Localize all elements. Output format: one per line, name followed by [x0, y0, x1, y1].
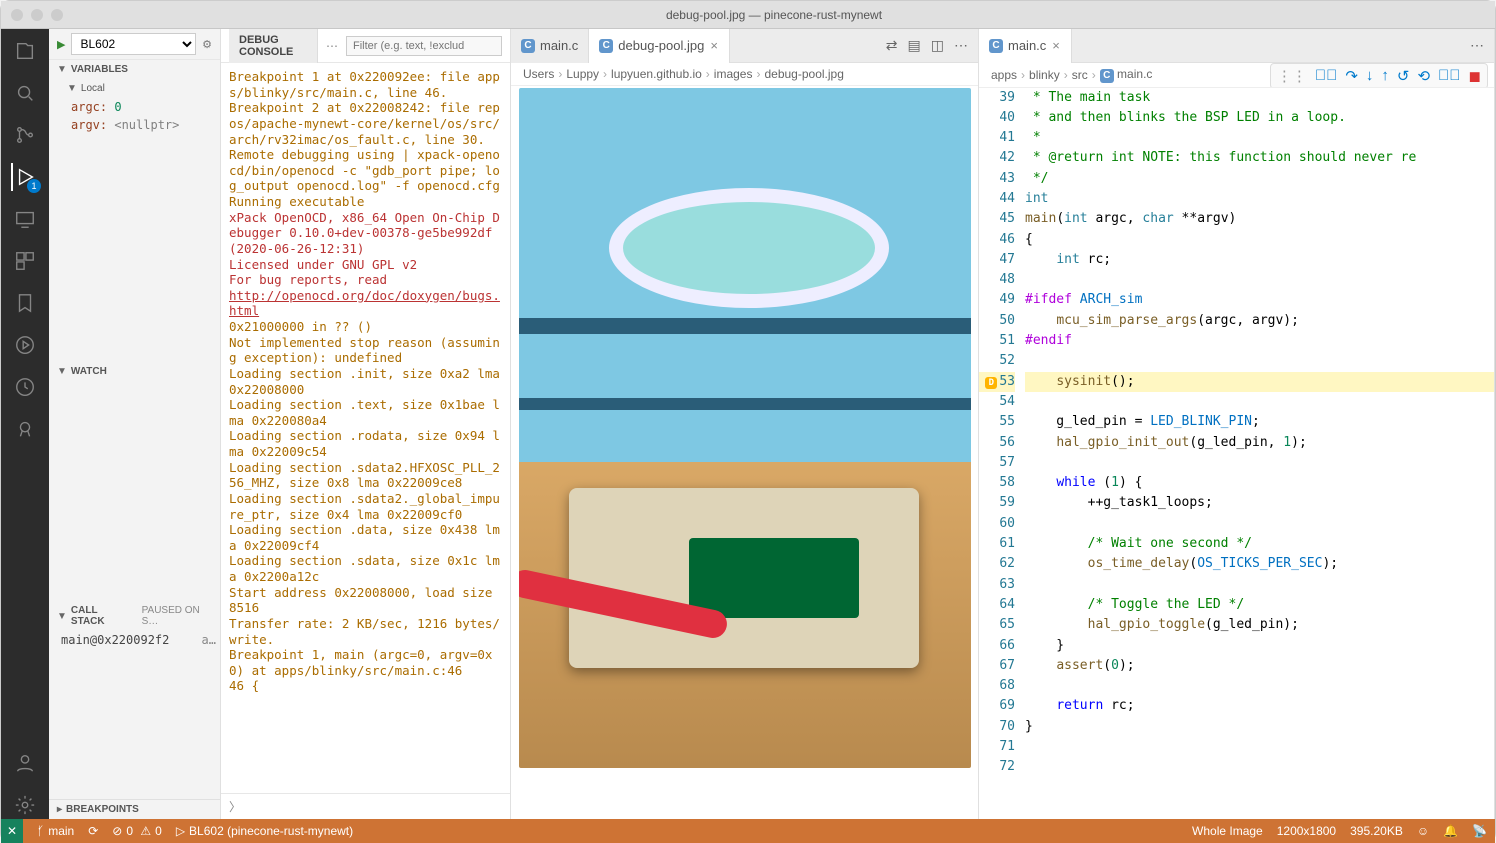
debug-badge: 1: [27, 179, 41, 193]
zoom-window-icon[interactable]: [51, 9, 63, 21]
step-back-icon[interactable]: ◁⃓: [1438, 67, 1461, 85]
tabs-image-group: Cmain.cCdebug-pool.jpg× ⇄ ▤ ◫ ⋯: [511, 29, 978, 63]
step-over-icon[interactable]: ↷: [1345, 67, 1358, 85]
tab-main.c[interactable]: Cmain.c: [511, 29, 589, 63]
console-output[interactable]: Breakpoint 1 at 0x220092ee: file apps/bl…: [221, 63, 510, 793]
c-file-icon: C: [521, 39, 535, 53]
tab-main.c[interactable]: Cmain.c×: [979, 29, 1072, 63]
start-debug-icon[interactable]: ▶: [57, 38, 65, 51]
explorer-icon[interactable]: [11, 37, 39, 65]
gear-icon[interactable]: ⚙: [202, 38, 212, 51]
step-into-icon[interactable]: ↓: [1366, 67, 1374, 85]
debug-sidebar: ▶ BL602 ⚙ ▼VARIABLES ▼Local argc: 0 argv…: [49, 29, 221, 819]
search-icon[interactable]: [11, 79, 39, 107]
minimize-window-icon[interactable]: [31, 9, 43, 21]
remote-icon[interactable]: [11, 205, 39, 233]
git-branch[interactable]: ᚶ main: [37, 824, 74, 838]
tab-debug-pool.jpg[interactable]: Cdebug-pool.jpg×: [589, 29, 730, 63]
callstack-section[interactable]: ▼CALL STACK PAUSED ON S…: [49, 601, 220, 631]
breadcrumb-image[interactable]: Users›Luppy›lupyuen.github.io›images›deb…: [511, 63, 978, 86]
remote-indicator[interactable]: ✕: [1, 819, 23, 843]
close-window-icon[interactable]: [11, 9, 23, 21]
debug-target[interactable]: ▷ BL602 (pinecone-rust-mynewt): [176, 824, 353, 838]
watch-section[interactable]: ▼WATCH: [49, 362, 220, 381]
diff-icon[interactable]: ⇄: [886, 37, 898, 54]
more-icon[interactable]: ⋯: [326, 39, 338, 53]
more-actions-icon[interactable]: ⋯: [1470, 37, 1484, 54]
launch-config-select[interactable]: BL602: [71, 33, 196, 55]
stop-icon[interactable]: ◼: [1469, 67, 1481, 85]
settings-gear-icon[interactable]: [11, 791, 39, 819]
broadcast-icon[interactable]: 📡: [1472, 824, 1487, 838]
close-icon[interactable]: ×: [709, 38, 719, 53]
var-argv[interactable]: argv: <nullptr>: [49, 116, 220, 134]
window-title: debug-pool.jpg — pinecone-rust-mynewt: [63, 8, 1485, 22]
restart-icon[interactable]: ↺: [1397, 67, 1410, 85]
bookmarks-icon[interactable]: [11, 289, 39, 317]
stack-frame[interactable]: main@0x220092f2a…: [49, 631, 220, 649]
image-preview[interactable]: [511, 86, 978, 819]
console-input[interactable]: 〉: [221, 793, 510, 819]
platformio-icon[interactable]: [11, 415, 39, 443]
problems[interactable]: ⊘ 0 ⚠ 0: [112, 824, 162, 838]
status-bar: ✕ ᚶ main ⟳ ⊘ 0 ⚠ 0 ▷ BL602 (pinecone-rus…: [1, 819, 1495, 843]
reverse-icon[interactable]: ⟲: [1417, 67, 1430, 85]
c-file-icon: C: [989, 39, 1003, 53]
c-file-icon: C: [599, 39, 613, 53]
continue-icon[interactable]: ▶⃓: [1315, 67, 1338, 85]
open-preview-icon[interactable]: ▤: [908, 37, 921, 54]
variables-section[interactable]: ▼VARIABLES: [49, 60, 220, 79]
sync-icon[interactable]: ⟳: [88, 824, 98, 838]
image-dim: 1200x1800: [1277, 824, 1336, 838]
source-control-icon[interactable]: [11, 121, 39, 149]
more-actions-icon[interactable]: ⋯: [954, 37, 968, 54]
breadcrumb-code[interactable]: apps›blinky›src›C main.c ⋮⋮ ▶⃓ ↷ ↓ ↑ ↺ ⟲…: [979, 63, 1494, 88]
timeline-icon[interactable]: [11, 373, 39, 401]
debug-console-tab[interactable]: DEBUG CONSOLE: [229, 29, 318, 63]
feedback-icon[interactable]: ☺: [1417, 824, 1429, 838]
drag-handle-icon[interactable]: ⋮⋮: [1277, 67, 1307, 85]
var-argc[interactable]: argc: 0: [49, 98, 220, 116]
titlebar: debug-pool.jpg — pinecone-rust-mynewt: [1, 1, 1495, 29]
live-icon[interactable]: [11, 331, 39, 359]
split-editor-icon[interactable]: ◫: [931, 37, 944, 54]
accounts-icon[interactable]: [11, 749, 39, 777]
extensions-icon[interactable]: [11, 247, 39, 275]
image-size: 395.20KB: [1350, 824, 1403, 838]
photo-content: [519, 88, 971, 768]
editor-group-code: Cmain.c× ⋯ apps›blinky›src›C main.c ⋮⋮ ▶⃓…: [979, 29, 1495, 819]
breakpoints-section[interactable]: ▸BREAKPOINTS: [49, 799, 220, 819]
console-filter-input[interactable]: [346, 36, 502, 56]
code-editor[interactable]: 3940414243444546474849505152D53545556575…: [979, 88, 1494, 820]
notifications-icon[interactable]: 🔔: [1443, 824, 1458, 838]
image-mode[interactable]: Whole Image: [1192, 824, 1263, 838]
window-controls[interactable]: [11, 9, 63, 21]
close-icon[interactable]: ×: [1051, 38, 1061, 53]
editor-group-image: Cmain.cCdebug-pool.jpg× ⇄ ▤ ◫ ⋯ Users›Lu…: [511, 29, 979, 819]
step-out-icon[interactable]: ↑: [1381, 67, 1389, 85]
activity-bar: 1: [1, 29, 49, 819]
run-debug-icon[interactable]: 1: [11, 163, 39, 191]
tabs-code-group: Cmain.c× ⋯: [979, 29, 1494, 63]
debug-toolbar[interactable]: ⋮⋮ ▶⃓ ↷ ↓ ↑ ↺ ⟲ ◁⃓ ◼: [1270, 63, 1488, 88]
local-scope[interactable]: ▼Local: [49, 79, 220, 98]
debug-console-panel: DEBUG CONSOLE ⋯ Breakpoint 1 at 0x220092…: [221, 29, 511, 819]
